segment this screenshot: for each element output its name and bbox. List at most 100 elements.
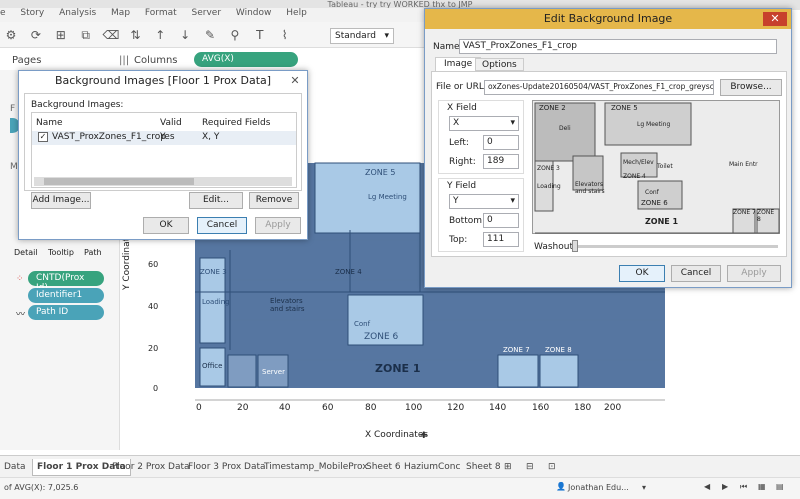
new-dashboard-icon[interactable]: ⊟ bbox=[522, 459, 538, 476]
tab-options[interactable]: Options bbox=[475, 58, 524, 71]
ok-button[interactable]: OK bbox=[619, 265, 665, 282]
col-required: Required Fields bbox=[202, 118, 271, 128]
scrollbar-thumb[interactable] bbox=[44, 178, 194, 185]
table-row[interactable]: ✓ VAST_ProxZones_F1_crop Yes X, Y bbox=[32, 131, 296, 145]
tab-sheet6[interactable]: Sheet 6 bbox=[362, 459, 405, 476]
x-tick: 60 bbox=[322, 403, 334, 413]
label-icon[interactable]: T bbox=[252, 27, 268, 43]
sort-asc-icon[interactable]: ↑ bbox=[152, 27, 168, 43]
menu-item-format[interactable]: Format bbox=[145, 8, 177, 18]
preview-lg-meeting: Lg Meeting bbox=[637, 121, 671, 128]
tab-data[interactable]: Data bbox=[0, 459, 30, 476]
preview-elevators: Elevators and stairs bbox=[575, 181, 605, 195]
loading-label: Loading bbox=[202, 298, 230, 306]
fix-axes-icon[interactable]: ⌇ bbox=[277, 27, 293, 43]
x-tick: 80 bbox=[365, 403, 377, 413]
preview-zone2: ZONE 2 bbox=[539, 104, 566, 112]
menu-item-map[interactable]: Map bbox=[111, 8, 130, 18]
next-sheet-icon[interactable]: ▶ bbox=[722, 482, 728, 491]
tab-sheet8[interactable]: Sheet 8 bbox=[462, 459, 505, 476]
pin-icon[interactable]: ✚ bbox=[420, 431, 428, 441]
bottom-label: Bottom: bbox=[449, 216, 486, 226]
x-tick: 120 bbox=[447, 403, 465, 413]
menu-item-help[interactable]: Help bbox=[286, 8, 307, 18]
marks-path[interactable]: Path bbox=[84, 248, 102, 257]
identifier1-pill[interactable]: Identifier1 bbox=[28, 288, 104, 303]
new-sheet-icon[interactable]: ⊞ bbox=[500, 459, 516, 476]
user-name[interactable]: Jonathan Edu... bbox=[568, 483, 629, 492]
grid-view-icon[interactable]: ▦ bbox=[758, 482, 766, 491]
duplicate-icon[interactable]: ⧉ bbox=[78, 27, 94, 43]
save-data-icon[interactable]: ⚙ bbox=[3, 27, 19, 43]
tab-haziumconc[interactable]: HaziumConc bbox=[400, 459, 464, 476]
highlight-icon[interactable]: ✎ bbox=[202, 27, 218, 43]
pages-shelf-label: Pages bbox=[12, 55, 42, 66]
fit-select[interactable]: Standard ▾ bbox=[330, 28, 394, 44]
refresh-icon[interactable]: ⟳ bbox=[28, 27, 44, 43]
remove-button[interactable]: Remove bbox=[249, 192, 299, 209]
preview-zone4: ZONE 4 bbox=[623, 173, 646, 180]
preview-mech: Mech/Elev bbox=[623, 159, 654, 166]
left-label: Left: bbox=[449, 138, 469, 148]
browse-button[interactable]: Browse... bbox=[720, 79, 782, 96]
y-tick: 40 bbox=[148, 302, 159, 311]
menu-bar: e Story Analysis Map Format Server Windo… bbox=[0, 8, 425, 22]
top-input[interactable]: 111 bbox=[483, 232, 519, 247]
preview-main-entr: Main Entr bbox=[729, 161, 758, 168]
cntd-prox-pill[interactable]: CNTD(Prox Id) bbox=[28, 271, 104, 293]
columns-icon: ||| bbox=[119, 55, 130, 66]
edit-button[interactable]: Edit... bbox=[189, 192, 243, 209]
menu-item-analysis[interactable]: Analysis bbox=[59, 8, 96, 18]
x-tick: 160 bbox=[532, 403, 550, 413]
marks-detail[interactable]: Detail bbox=[14, 248, 38, 257]
new-story-icon[interactable]: ⊡ bbox=[544, 459, 560, 476]
cancel-button[interactable]: Cancel bbox=[197, 217, 247, 234]
zone6-label: ZONE 6 bbox=[364, 332, 399, 342]
washout-slider-track[interactable] bbox=[572, 245, 778, 248]
sort-desc-icon[interactable]: ↓ bbox=[177, 27, 193, 43]
file-url-input[interactable]: oxZones-Update20160504/VAST_ProxZones_F1… bbox=[484, 80, 714, 95]
avg-x-pill[interactable]: AVG(X) bbox=[194, 52, 298, 67]
marks-tooltip[interactable]: Tooltip bbox=[48, 248, 74, 257]
close-icon[interactable]: ✕ bbox=[763, 12, 787, 26]
chevron-down-icon[interactable]: ▾ bbox=[642, 483, 646, 492]
tab-floor2-prox-data[interactable]: Floor 2 Prox Data bbox=[108, 459, 194, 476]
horizontal-scrollbar[interactable] bbox=[34, 177, 292, 186]
washout-slider-thumb[interactable] bbox=[572, 240, 578, 252]
images-list[interactable]: Name Valid Required Fields ✓ VAST_ProxZo… bbox=[31, 112, 297, 188]
bottom-input[interactable]: 0 bbox=[483, 213, 519, 228]
menu-item-e[interactable]: e bbox=[0, 8, 6, 18]
lg-meeting-label: Lg Meeting bbox=[368, 193, 407, 201]
swap-icon[interactable]: ⇅ bbox=[127, 27, 143, 43]
apply-button[interactable]: Apply bbox=[255, 217, 301, 234]
apply-button[interactable]: Apply bbox=[727, 265, 781, 282]
new-sheet-icon[interactable]: ⊞ bbox=[53, 27, 69, 43]
menu-item-story[interactable]: Story bbox=[20, 8, 44, 18]
y-field-select[interactable]: Y ▾ bbox=[449, 194, 519, 209]
tab-floor3-prox-data[interactable]: Floor 3 Prox Data bbox=[184, 459, 270, 476]
preview-loading: Loading bbox=[537, 183, 561, 190]
menu-item-server[interactable]: Server bbox=[192, 8, 222, 18]
group-icon[interactable]: ⚲ bbox=[227, 27, 243, 43]
chevron-down-icon: ▾ bbox=[510, 118, 515, 128]
enable-checkbox[interactable]: ✓ bbox=[38, 132, 48, 142]
zone7-label: ZONE 7 bbox=[503, 346, 530, 354]
prev-sheet-icon[interactable]: ◀ bbox=[704, 482, 710, 491]
tab-timestamp-mobileprox[interactable]: Timestamp_MobileProx bbox=[260, 459, 372, 476]
right-input[interactable]: 189 bbox=[483, 154, 519, 169]
path-id-pill[interactable]: Path ID bbox=[28, 305, 104, 320]
zone4-label: ZONE 4 bbox=[335, 268, 362, 276]
x-field-select[interactable]: X ▾ bbox=[449, 116, 519, 131]
close-icon[interactable]: ✕ bbox=[287, 74, 303, 88]
ok-button[interactable]: OK bbox=[143, 217, 189, 234]
left-input[interactable]: 0 bbox=[483, 135, 519, 150]
filmstrip-icon[interactable]: ▤ bbox=[776, 482, 784, 491]
fit-select-value: Standard bbox=[335, 31, 376, 41]
clear-icon[interactable]: ⌫ bbox=[103, 27, 120, 43]
first-sheet-icon[interactable]: ⏮ bbox=[740, 482, 747, 492]
cancel-button[interactable]: Cancel bbox=[671, 265, 721, 282]
add-image-button[interactable]: Add Image... bbox=[31, 192, 91, 209]
x-tick: 40 bbox=[279, 403, 291, 413]
name-input[interactable]: VAST_ProxZones_F1_crop bbox=[459, 39, 777, 54]
menu-item-window[interactable]: Window bbox=[236, 8, 272, 18]
